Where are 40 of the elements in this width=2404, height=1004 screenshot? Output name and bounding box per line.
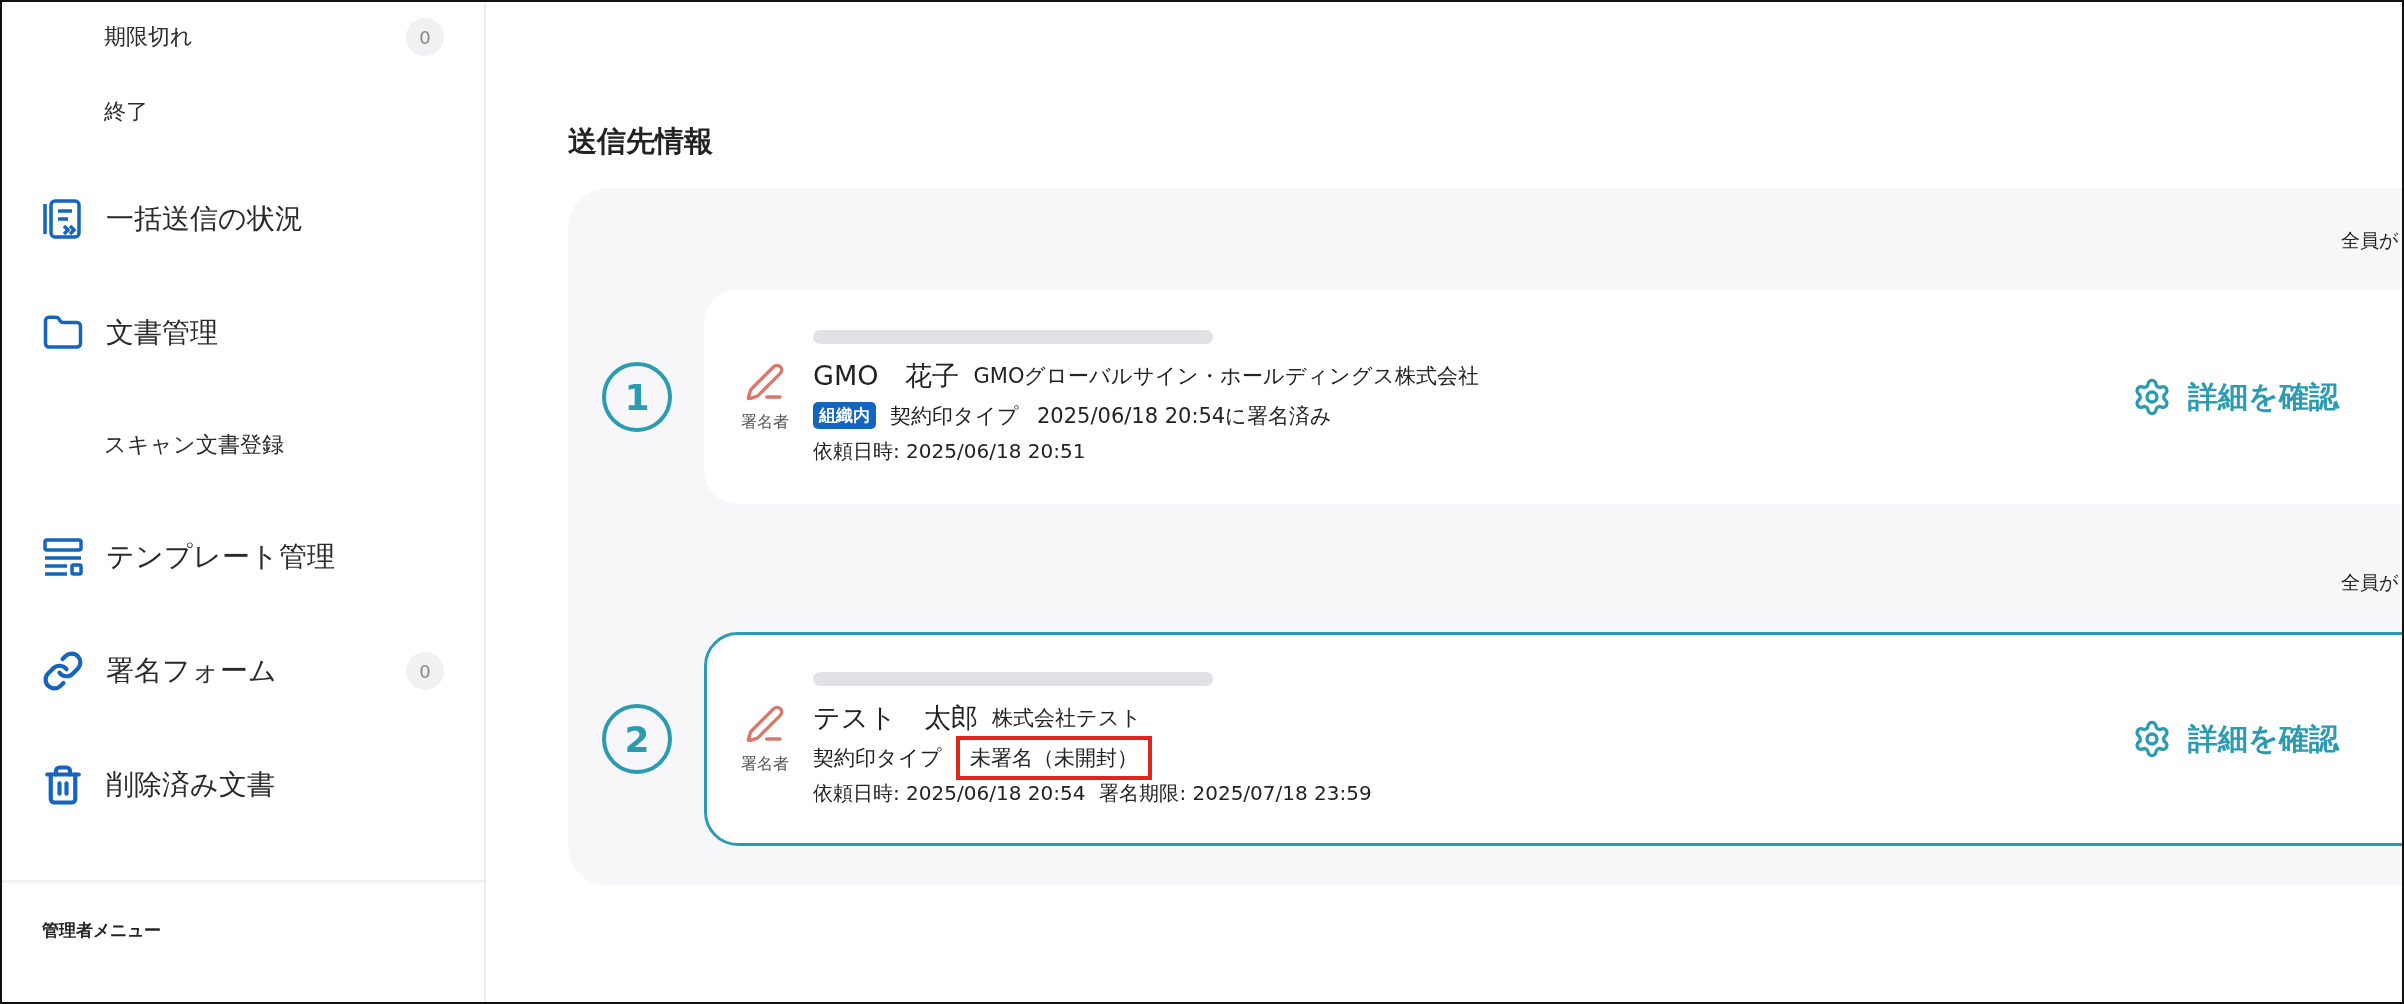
role-label: 署名者 (741, 753, 789, 775)
sign-status: 未署名（未開封） (956, 735, 1152, 780)
sign-status: 2025/06/18 20:54に署名済み (1036, 402, 1334, 430)
recipient-card[interactable]: 署名者 GMO 花子 GMOグローバルサイン・ホールディングス株式会社 組織内 契約印タイプ 2025/06/18 20:54に署名済み 依頼日時: 2025/06/18 20:51 詳細を確認 (704, 290, 2402, 504)
request-date: 依頼日時: 2025/06/18 20:54 (813, 779, 1086, 807)
sidebar-item[interactable]: 文書管理 (106, 314, 444, 352)
sidebar-item[interactable]: 期限切れ (104, 22, 384, 52)
group-note: 全員が (2341, 228, 2398, 253)
pen-icon (745, 361, 785, 402)
link-icon (42, 650, 84, 692)
admin-menu-heading: 管理者メニュー (41, 919, 162, 942)
settings-icon (2132, 719, 2172, 759)
deadline-date: 署名期限: 2025/07/18 23:59 (1099, 779, 1372, 807)
org-badge: 組織内 (813, 402, 876, 429)
recipient-name: テスト 太郎 (813, 700, 978, 735)
role-label: 署名者 (741, 411, 789, 433)
request-date: 依頼日時: 2025/06/18 20:51 (813, 437, 1086, 465)
pen-icon (745, 703, 785, 744)
document-arrows-icon (42, 198, 84, 240)
sidebar-item[interactable]: テンプレート管理 (106, 538, 444, 576)
group-note: 全員が (2341, 570, 2398, 595)
template-icon (42, 536, 84, 578)
recipient-name: GMO 花子 (813, 358, 960, 393)
sidebar-item[interactable]: 一括送信の状況 (106, 200, 444, 238)
sidebar-item[interactable]: 署名フォーム (106, 652, 384, 690)
count-badge: 0 (406, 18, 444, 56)
count-badge: 0 (406, 652, 444, 690)
step-number: 1 (602, 362, 672, 432)
seal-type: 契約印タイプ (813, 744, 942, 772)
settings-icon (2132, 377, 2172, 417)
trash-icon (42, 764, 84, 806)
company-name: GMOグローバルサイン・ホールディングス株式会社 (973, 362, 1480, 390)
sidebar-item[interactable]: スキャン文書登録 (104, 430, 444, 460)
recipient-card[interactable]: 署名者 テスト 太郎 株式会社テスト 契約印タイプ 未署名（未開封） 依頼日時: 2025/06/18 20:54 署名期限: 2025/07/18 23:59 詳細を確認 (704, 632, 2402, 846)
sidebar-item[interactable]: 削除済み文書 (106, 766, 444, 804)
section-title: 送信先情報 (568, 123, 714, 160)
sidebar-item[interactable]: 終了 (104, 97, 444, 127)
seal-type: 契約印タイプ (890, 402, 1019, 430)
company-name: 株式会社テスト (992, 704, 1142, 732)
step-number: 2 (602, 704, 672, 774)
